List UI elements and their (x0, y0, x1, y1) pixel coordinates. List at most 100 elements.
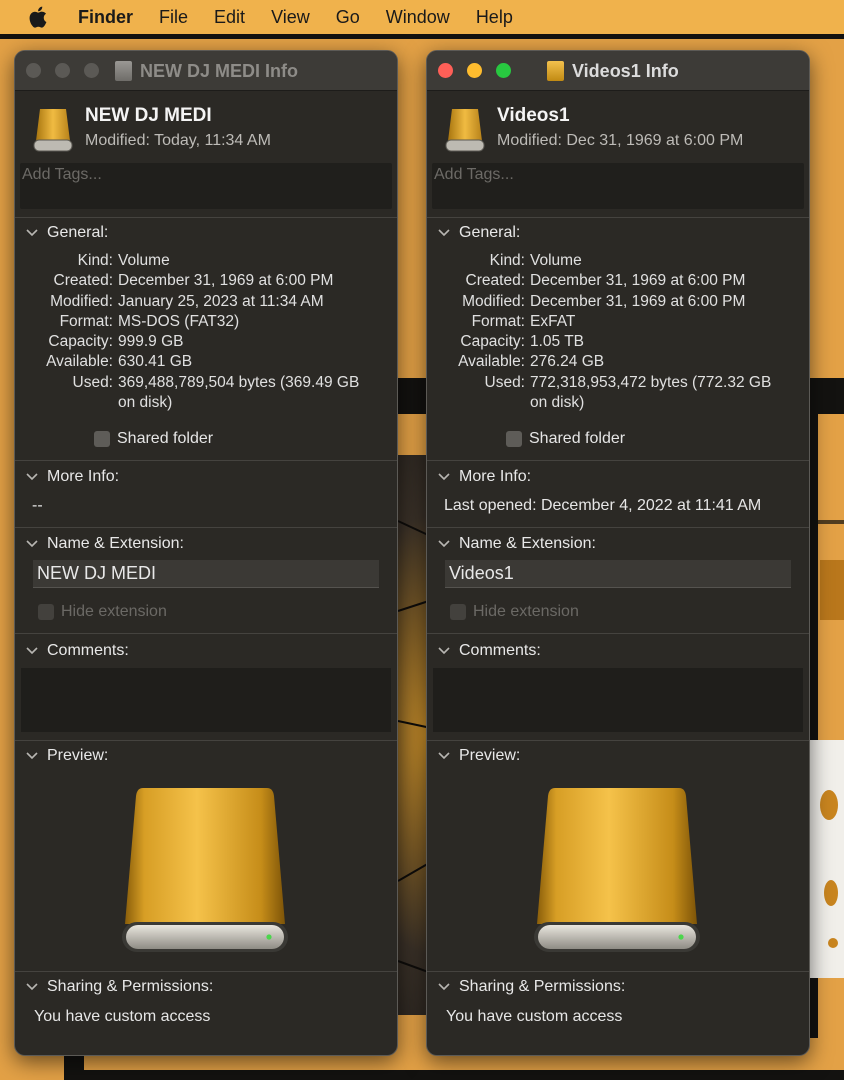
wallpaper-mark (812, 520, 844, 524)
name-field[interactable]: NEW DJ MEDI (33, 560, 379, 589)
wallpaper-band (0, 34, 844, 39)
sharing-text: You have custom access (446, 1008, 623, 1026)
section-label: Name & Extension: (459, 535, 596, 553)
info-row-capacity: Capacity: 999.9 GB (15, 332, 397, 352)
section-label: More Info: (459, 468, 532, 486)
chevron-down-icon (438, 647, 450, 655)
section-label: General: (459, 224, 521, 241)
chevron-down-icon (438, 473, 450, 481)
window-title: NEW DJ MEDI Info (140, 60, 298, 81)
info-value: December 31, 1969 at 6:00 PM (118, 272, 334, 290)
section-general: General: Kind: Volume Created: December 31… (15, 217, 397, 460)
menu-bar: Finder File Edit View Go Window Help (0, 0, 844, 34)
section-label: Name & Extension: (47, 535, 184, 553)
info-key: Kind: (77, 252, 113, 269)
drive-icon (115, 61, 132, 81)
info-value: 276.24 GB (530, 353, 605, 371)
section-label: Preview: (47, 747, 109, 765)
close-button[interactable] (26, 63, 41, 78)
tags-field[interactable]: Add Tags... (20, 163, 392, 209)
shared-folder-checkbox[interactable]: Shared folder (94, 427, 397, 451)
checkbox-label: Hide extension (61, 603, 167, 621)
menu-file[interactable]: File (159, 7, 188, 28)
zoom-button[interactable] (496, 63, 511, 78)
section-name-extension-header[interactable]: Name & Extension: (427, 528, 809, 560)
chevron-down-icon (26, 983, 38, 991)
wallpaper-mark (820, 560, 844, 620)
menu-window[interactable]: Window (386, 7, 450, 28)
window-titlebar[interactable]: Videos1 Info (427, 51, 809, 91)
info-row-used: Used: 369,488,789,504 bytes (369.49 GB on… (15, 373, 397, 414)
wallpaper-paper (808, 740, 844, 978)
section-label: General: (47, 224, 109, 241)
chevron-down-icon (438, 752, 450, 760)
info-key: Created: (53, 272, 113, 290)
info-key: Used: (72, 373, 114, 391)
section-label: More Info: (47, 468, 120, 486)
section-more-info: More Info: Last opened: December 4, 2022… (427, 460, 809, 527)
checkbox[interactable] (94, 431, 110, 448)
section-label: Sharing & Permissions: (459, 978, 626, 996)
section-preview: Preview: (15, 740, 397, 971)
chevron-down-icon (26, 473, 38, 481)
section-preview-header[interactable]: Preview: (15, 741, 397, 771)
section-label: Comments: (47, 642, 129, 660)
section-general-header[interactable]: General: (427, 218, 809, 248)
section-preview-header[interactable]: Preview: (427, 741, 809, 771)
chevron-down-icon (26, 540, 38, 548)
info-row-modified: Modified: January 25, 2023 at 11:34 AM (15, 292, 397, 312)
checkbox[interactable] (506, 431, 522, 448)
info-key: Capacity: (460, 333, 525, 351)
menu-help[interactable]: Help (476, 7, 513, 28)
info-key: Capacity: (48, 333, 113, 351)
section-comments-header[interactable]: Comments: (15, 634, 397, 668)
name-field[interactable]: Videos1 (445, 560, 791, 589)
comments-field[interactable] (21, 668, 391, 733)
more-info-text: Last opened: December 4, 2022 at 11:41 A… (444, 497, 762, 515)
menu-finder[interactable]: Finder (78, 7, 133, 28)
section-sharing-header[interactable]: Sharing & Permissions: (15, 972, 397, 1002)
external-drive-icon (33, 109, 73, 152)
shared-folder-checkbox[interactable]: Shared folder (506, 427, 809, 451)
apple-logo-icon[interactable] (26, 4, 52, 30)
chevron-down-icon (26, 647, 38, 655)
info-row-used: Used: 772,318,953,472 bytes (772.32 GB on… (427, 373, 809, 414)
menu-go[interactable]: Go (336, 7, 360, 28)
section-more-info-header[interactable]: More Info: (427, 461, 809, 493)
checkbox[interactable] (38, 604, 54, 621)
close-button[interactable] (438, 63, 453, 78)
tags-field[interactable]: Add Tags... (432, 163, 804, 209)
minimize-button[interactable] (55, 63, 70, 78)
chevron-down-icon (438, 229, 450, 237)
info-row-capacity: Capacity: 1.05 TB (427, 332, 809, 352)
section-comments: Comments: (15, 633, 397, 740)
wallpaper-frame (64, 1070, 844, 1080)
menu-edit[interactable]: Edit (214, 7, 245, 28)
info-row-created: Created: December 31, 1969 at 6:00 PM (15, 271, 397, 291)
info-value: MS-DOS (FAT32) (118, 312, 240, 330)
section-label: Preview: (459, 747, 521, 765)
section-general-header[interactable]: General: (15, 218, 397, 248)
section-more-info: More Info: -- (15, 460, 397, 527)
section-comments: Comments: (427, 633, 809, 740)
zoom-button[interactable] (84, 63, 99, 78)
comments-field[interactable] (433, 668, 803, 733)
menu-view[interactable]: View (271, 7, 310, 28)
section-name-extension-header[interactable]: Name & Extension: (15, 528, 397, 560)
section-sharing-header[interactable]: Sharing & Permissions: (427, 972, 809, 1002)
minimize-button[interactable] (467, 63, 482, 78)
section-more-info-header[interactable]: More Info: (15, 461, 397, 493)
hide-extension-checkbox[interactable]: Hide extension (38, 600, 397, 624)
checkbox-label: Shared folder (529, 430, 626, 448)
external-drive-icon (445, 109, 485, 152)
info-window-videos1: Videos1 Info Videos1 Modified: Dec 31, 1… (426, 50, 810, 1056)
checkbox[interactable] (450, 604, 466, 621)
info-window-new-dj-medi: NEW DJ MEDI Info NEW DJ MEDI Modified: T… (14, 50, 398, 1056)
section-sharing: Sharing & Permissions: You have custom a… (15, 971, 397, 1032)
window-titlebar[interactable]: NEW DJ MEDI Info (15, 51, 397, 91)
external-drive-preview-icon (122, 788, 288, 953)
wallpaper-stain (828, 938, 838, 948)
hide-extension-checkbox[interactable]: Hide extension (450, 600, 809, 624)
info-value: 1.05 TB (530, 333, 585, 351)
section-comments-header[interactable]: Comments: (427, 634, 809, 668)
